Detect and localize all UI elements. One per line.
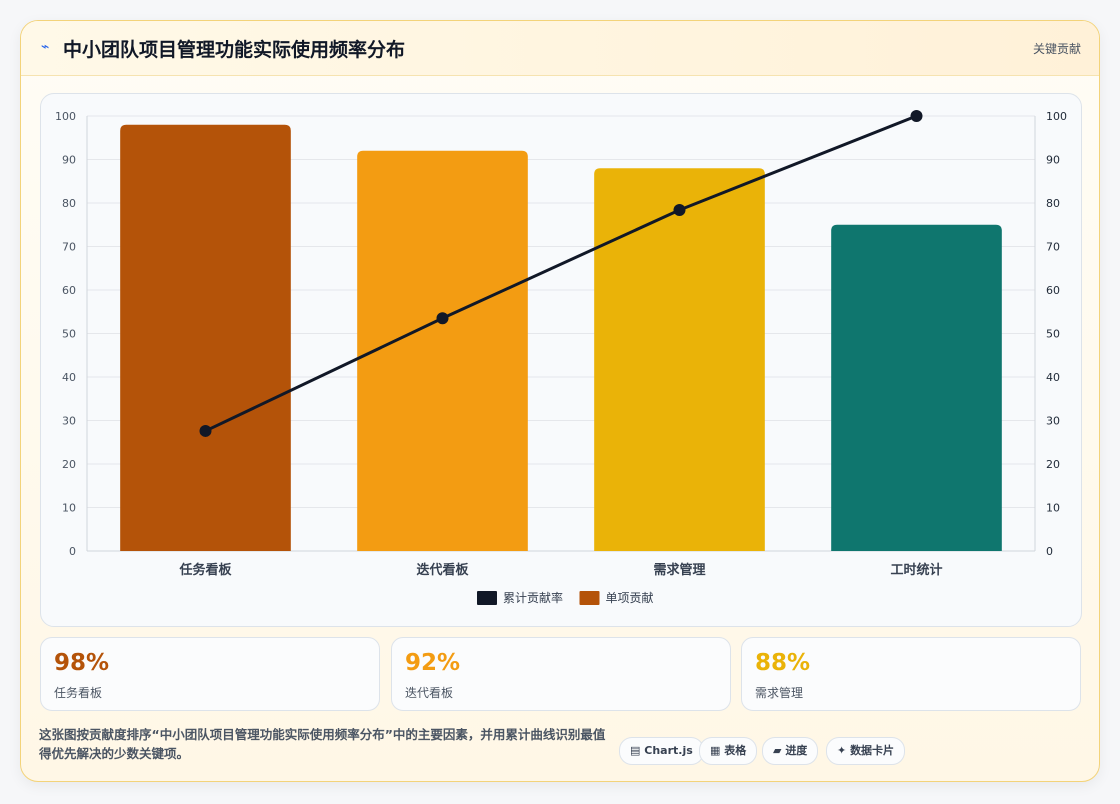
badge-chartjs[interactable]: ▤ Chart.js (619, 737, 704, 765)
stat-card-1: 98% 任务看板 (40, 637, 380, 711)
y2-tick-label: 10 (1046, 502, 1060, 515)
bar-1 (120, 124, 291, 551)
x-tick-label: 任务看板 (178, 562, 232, 578)
y-tick-label: 80 (62, 197, 76, 210)
y-tick-label: 40 (62, 371, 76, 384)
progress-icon: ▰ (773, 744, 782, 757)
x-tick-label: 工时统计 (890, 562, 942, 578)
badge-label: Chart.js (644, 744, 693, 757)
table-icon: ▦ (710, 744, 721, 757)
y-tick-label: 0 (69, 545, 76, 558)
badge-progress[interactable]: ▰ 进度 (762, 737, 819, 765)
stat-label: 任务看板 (54, 686, 103, 700)
stat-card-2: 92% 迭代看板 (391, 637, 731, 711)
stat-label: 迭代看板 (405, 686, 454, 700)
y-tick-label: 70 (62, 241, 76, 254)
y-tick-label: 60 (62, 284, 76, 297)
cumulative-point-1 (199, 424, 212, 437)
y-tick-label: 30 (62, 415, 76, 428)
cumulative-point-2 (436, 312, 449, 325)
y-tick-label: 100 (55, 110, 76, 123)
badge-table[interactable]: ▦ 表格 (699, 737, 758, 765)
y-tick-label: 90 (62, 154, 76, 167)
stat-value: 98% (54, 650, 110, 676)
legend-label-2: 单项贡献 (606, 590, 654, 605)
y2-tick-label: 30 (1046, 415, 1060, 428)
x-tick-label: 迭代看板 (416, 562, 469, 578)
y-tick-label: 20 (62, 458, 76, 471)
y2-tick-label: 90 (1046, 154, 1060, 167)
page-title: 中小团队项目管理功能实际使用频率分布 (63, 39, 406, 61)
badge-label: 数据卡片 (850, 744, 895, 757)
cumulative-line (204, 114, 918, 433)
bar-2 (357, 150, 528, 552)
pulse-icon: ⌁ (41, 39, 50, 55)
y2-tick-label: 70 (1046, 241, 1060, 254)
sparkle-icon: ✦ (837, 744, 847, 757)
badge-label: 进度 (785, 744, 808, 757)
chart-description: 这张图按贡献度排序“中小团队项目管理功能实际使用频率分布”中的主要因素，并用累计… (39, 727, 606, 761)
y2-tick-label: 60 (1046, 284, 1060, 297)
y-tick-label: 50 (62, 328, 76, 341)
y2-tick-label: 50 (1046, 328, 1060, 341)
x-tick-label: 需求管理 (653, 562, 705, 578)
cumulative-point-4 (910, 110, 923, 122)
card-header: ⌁ 中小团队项目管理功能实际使用频率分布 关键贡献 (21, 21, 1099, 76)
legend-swatch-1 (477, 591, 497, 605)
stat-value: 88% (755, 650, 811, 676)
bar-4 (831, 224, 1002, 551)
y2-tick-label: 100 (1046, 110, 1067, 123)
y2-tick-label: 40 (1046, 371, 1060, 384)
badge-label: 表格 (724, 744, 747, 757)
chart-card: ⌁ 中小团队项目管理功能实际使用频率分布 关键贡献 0 10 20 30 40 50 60 7… (20, 20, 1100, 782)
bar-3 (594, 168, 765, 551)
y2-tick-label: 0 (1046, 545, 1053, 558)
badge-data-cards[interactable]: ✦ 数据卡片 (826, 737, 906, 765)
chart-icon: ▤ (630, 744, 641, 757)
y-tick-label: 10 (62, 502, 76, 515)
legend-label-1: 累计贡献率 (503, 590, 563, 605)
y2-tick-label: 80 (1046, 197, 1060, 210)
legend-swatch-2 (579, 591, 600, 605)
cumulative-point-3 (673, 203, 686, 216)
chart-panel: 0 10 20 30 40 50 60 70 80 90 100 0 10 20 30 40 50 60 70 80 9… (40, 93, 1082, 627)
stat-label: 需求管理 (755, 686, 804, 700)
pareto-chart: 0 10 20 30 40 50 60 70 80 90 100 0 10 20 30 40 50 60 70 80 9… (55, 110, 1067, 605)
stat-value: 92% (405, 650, 461, 676)
y2-tick-label: 20 (1046, 458, 1060, 471)
stat-card-3: 88% 需求管理 (741, 637, 1081, 711)
header-tag: 关键贡献 (1032, 42, 1081, 56)
